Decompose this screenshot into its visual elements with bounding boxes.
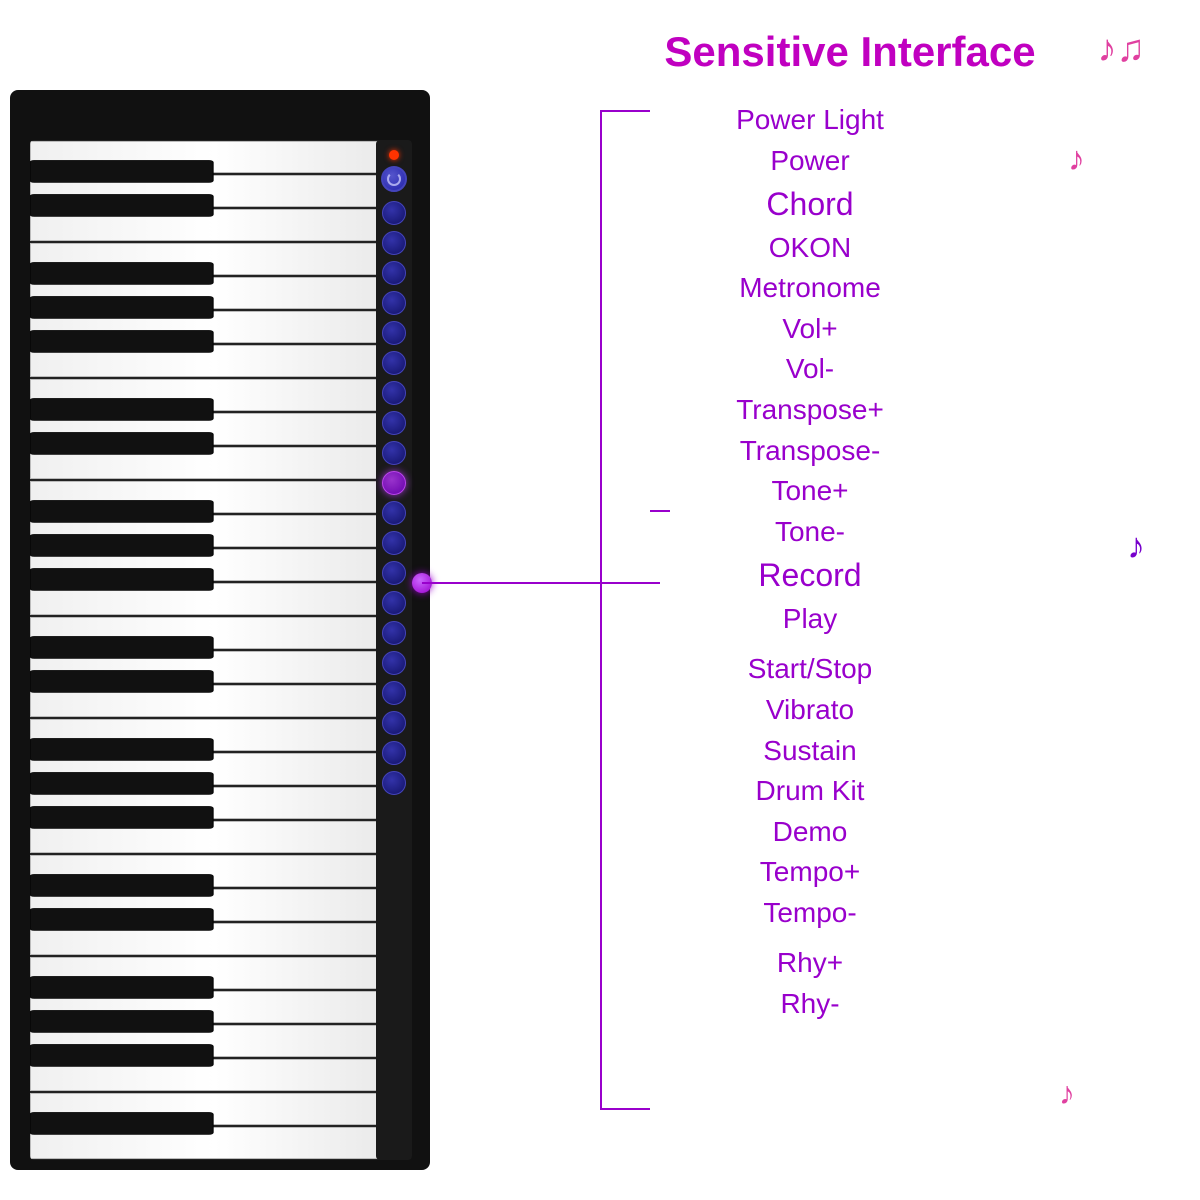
rhy-minus-button[interactable] xyxy=(382,771,406,795)
okon-button[interactable] xyxy=(382,231,406,255)
sustain-button[interactable] xyxy=(382,591,406,615)
demo-button[interactable] xyxy=(382,651,406,675)
record-button[interactable] xyxy=(382,471,406,495)
white-key xyxy=(30,719,400,751)
white-key xyxy=(30,379,400,411)
power-light-indicator xyxy=(389,150,399,160)
label-tone-minus: Tone- xyxy=(650,512,970,553)
white-key xyxy=(30,787,400,819)
white-key xyxy=(30,1025,400,1057)
power-icon xyxy=(387,172,401,186)
white-key xyxy=(30,243,400,275)
label-play: Play xyxy=(650,599,970,640)
vol-minus-button[interactable] xyxy=(382,321,406,345)
chord-button[interactable] xyxy=(382,201,406,225)
music-note-3: ♪ xyxy=(1127,525,1145,567)
white-key xyxy=(30,1127,400,1159)
transpose-plus-button[interactable] xyxy=(382,351,406,375)
page-title: Sensitive Interface xyxy=(560,28,1140,76)
label-drum-kit: Drum Kit xyxy=(650,771,970,812)
white-key xyxy=(30,889,400,921)
tone-plus-button[interactable] xyxy=(382,411,406,435)
label-vol-minus: Vol- xyxy=(650,349,970,390)
control-strip xyxy=(376,140,412,1160)
label-chord: Chord xyxy=(650,181,970,227)
vibrato-button[interactable] xyxy=(382,561,406,585)
label-transpose-plus: Transpose+ xyxy=(650,390,970,431)
white-key xyxy=(30,277,400,309)
white-key xyxy=(30,685,400,717)
white-key xyxy=(30,345,400,377)
label-rhy-plus: Rhy+ xyxy=(650,943,970,984)
start-stop-button[interactable] xyxy=(382,531,406,555)
white-key xyxy=(30,175,400,207)
white-key xyxy=(30,1059,400,1091)
metronome-button[interactable] xyxy=(382,261,406,285)
bracket-line xyxy=(600,110,650,1110)
vol-plus-button[interactable] xyxy=(382,291,406,315)
label-vibrato: Vibrato xyxy=(650,690,970,731)
label-start-stop: Start/Stop xyxy=(650,649,970,690)
label-metronome: Metronome xyxy=(650,268,970,309)
label-tempo-minus: Tempo- xyxy=(650,893,970,934)
white-key xyxy=(30,515,400,547)
play-button[interactable] xyxy=(382,501,406,525)
white-key xyxy=(30,1093,400,1125)
music-note-4: ♪ xyxy=(1059,1075,1075,1112)
label-tempo-plus: Tempo+ xyxy=(650,852,970,893)
label-power: Power xyxy=(650,141,970,182)
white-key xyxy=(30,923,400,955)
transpose-minus-button[interactable] xyxy=(382,381,406,405)
label-okon: OKON xyxy=(650,228,970,269)
white-key xyxy=(30,651,400,683)
white-keys xyxy=(30,140,400,1160)
power-button[interactable] xyxy=(381,166,407,192)
white-key xyxy=(30,413,400,445)
white-key xyxy=(30,957,400,989)
label-vol-plus: Vol+ xyxy=(650,309,970,350)
white-key xyxy=(30,481,400,513)
label-transpose-minus: Transpose- xyxy=(650,431,970,472)
white-key xyxy=(30,991,400,1023)
rhy-plus-button[interactable] xyxy=(382,741,406,765)
white-key xyxy=(30,753,400,785)
tone-minus-button[interactable] xyxy=(382,441,406,465)
tempo-plus-button[interactable] xyxy=(382,681,406,705)
white-key xyxy=(30,549,400,581)
label-demo: Demo xyxy=(650,812,970,853)
tempo-minus-button[interactable] xyxy=(382,711,406,735)
white-key xyxy=(30,821,400,853)
drum-kit-button[interactable] xyxy=(382,621,406,645)
piano-body xyxy=(10,90,430,1170)
white-key xyxy=(30,447,400,479)
label-tone-plus: Tone+ xyxy=(650,471,970,512)
keys-area xyxy=(30,140,400,1160)
label-rhy-minus: Rhy- xyxy=(650,984,970,1025)
music-note-1: ♪♫ xyxy=(1098,28,1146,71)
music-note-2: ♪ xyxy=(1068,140,1085,179)
label-power-light: Power Light xyxy=(650,100,970,141)
white-key xyxy=(30,583,400,615)
label-record: Record xyxy=(650,552,970,598)
piano-container xyxy=(0,80,460,1180)
white-key xyxy=(30,141,400,173)
white-key xyxy=(30,855,400,887)
white-key xyxy=(30,311,400,343)
label-sustain: Sustain xyxy=(650,731,970,772)
white-key xyxy=(30,617,400,649)
labels-container: Power Light Power Chord OKON Metronome V… xyxy=(650,100,970,1025)
white-key xyxy=(30,209,400,241)
